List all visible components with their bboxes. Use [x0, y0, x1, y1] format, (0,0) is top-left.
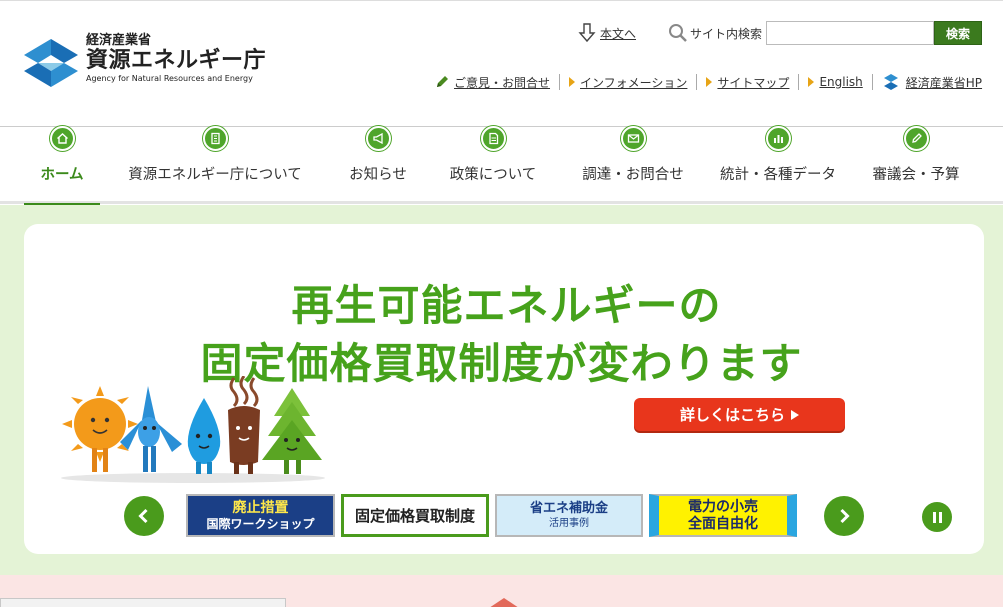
- envelope-icon: [620, 126, 646, 151]
- hero-title-line1: 再生可能エネルギーの: [291, 281, 722, 330]
- carousel-thumb-retail-liberalization[interactable]: 電力の小売 全面自由化: [649, 494, 797, 537]
- skip-to-content-link[interactable]: 本文へ: [578, 23, 636, 43]
- thumb-line2: 活用事例: [549, 518, 589, 529]
- divider: [871, 74, 873, 90]
- agency-logo-icon: [24, 39, 78, 87]
- gnav-label: 資源エネルギー庁について: [128, 167, 302, 183]
- gnav-item-policy[interactable]: 政策について: [440, 126, 546, 203]
- thumb-line1: 固定価格買取制度: [354, 507, 475, 525]
- carousel-next-button[interactable]: [824, 496, 864, 536]
- logo-agency-name: 資源エネルギー庁: [86, 48, 267, 73]
- thumb-line1: 電力の小売: [688, 498, 758, 515]
- gnav-label: お知らせ: [349, 167, 407, 183]
- divider: [696, 74, 698, 90]
- gnav-item-statistics[interactable]: 統計・各種データ: [714, 126, 842, 203]
- carousel-thumb-energy-saving-subsidy[interactable]: 省エネ補助金 活用事例: [495, 494, 643, 537]
- triangle-icon: [569, 77, 576, 87]
- search-icon: [669, 24, 687, 42]
- pen-icon: [437, 76, 448, 87]
- pause-icon: [938, 511, 942, 523]
- pencil-icon: [903, 126, 929, 151]
- browser-status-bar: [0, 598, 286, 607]
- logo-text: 経済産業省 資源エネルギー庁 Agency for Natural Resour…: [86, 33, 266, 84]
- utility-link-english[interactable]: English: [808, 75, 863, 89]
- meti-logo-icon: [883, 74, 898, 90]
- utility-link-label: English: [819, 75, 863, 89]
- divider: [798, 74, 800, 90]
- carousel-thumb-decommissioning-workshop[interactable]: 廃止措置 国際ワークショップ: [186, 494, 335, 537]
- building-icon: [202, 126, 228, 151]
- site-header: 経済産業省 資源エネルギー庁 Agency for Natural Resour…: [0, 0, 1003, 127]
- details-button[interactable]: 詳しくはこちら: [634, 398, 845, 431]
- chevron-right-icon: [840, 508, 850, 524]
- thumb-line1: 省エネ補助金: [529, 501, 608, 516]
- renewable-energy-mascots-illustration: [61, 376, 325, 483]
- chevron-left-icon: [138, 508, 148, 524]
- search-input[interactable]: [766, 21, 935, 45]
- gnav-label: 調達・お問合せ: [582, 167, 684, 183]
- gnav-item-news[interactable]: お知らせ: [340, 126, 416, 203]
- search-button[interactable]: 検索: [934, 21, 983, 45]
- search-label: サイト内検索: [690, 26, 763, 41]
- site-logo[interactable]: 経済産業省 資源エネルギー庁 Agency for Natural Resour…: [24, 33, 266, 93]
- utility-link-information[interactable]: インフォメーション: [569, 74, 687, 91]
- utility-links: ご意見・お問合せ インフォメーション サイトマップ English 経済産業省H…: [434, 73, 982, 91]
- gnav-label: 政策について: [449, 167, 537, 183]
- triangle-icon: [706, 77, 713, 87]
- gnav-item-home[interactable]: ホーム: [24, 126, 100, 206]
- divider: [559, 74, 561, 90]
- play-triangle-icon: [791, 409, 799, 420]
- utility-link-label: サイトマップ: [717, 75, 790, 90]
- logo-agency-english: Agency for Natural Resources and Energy: [86, 74, 253, 83]
- arrow-down-icon: [578, 23, 596, 43]
- gnav-item-council[interactable]: 審議会・予算: [866, 126, 966, 203]
- logo-ministry-name: 経済産業省: [86, 33, 152, 48]
- thumb-line1: 廃止措置: [232, 499, 289, 516]
- thumb-line2: 国際ワークショップ: [206, 516, 315, 531]
- gnav-item-procurement[interactable]: 調達・お問合せ: [576, 126, 690, 203]
- pause-icon: [932, 511, 936, 523]
- thumb-line2: 全面自由化: [688, 515, 758, 532]
- utility-link-label: インフォメーション: [580, 75, 688, 90]
- global-navigation: ホーム 資源エネルギー庁について お知らせ 政策について 調達・お問合せ 統計・…: [0, 126, 1003, 206]
- utility-link-label: ご意見・お問合せ: [454, 75, 551, 90]
- carousel-pause-button[interactable]: [922, 502, 952, 532]
- megaphone-icon: [365, 126, 391, 151]
- details-button-label: 詳しくはこちら: [679, 406, 785, 424]
- utility-link-label: 経済産業省HP: [905, 75, 983, 90]
- utility-link-sitemap[interactable]: サイトマップ: [706, 74, 789, 91]
- gnav-label: 統計・各種データ: [720, 167, 836, 183]
- document-icon: [480, 126, 506, 151]
- section-marker-icon: [486, 598, 522, 607]
- carousel-thumb-feed-in-tariff[interactable]: 固定価格買取制度: [341, 494, 489, 537]
- home-icon: [49, 126, 75, 151]
- skip-link-label: 本文へ: [600, 26, 637, 41]
- gnav-label: 審議会・予算: [872, 167, 960, 183]
- carousel-prev-button[interactable]: [124, 496, 164, 536]
- gnav-item-about[interactable]: 資源エネルギー庁について: [124, 126, 306, 203]
- gnav-label: ホーム: [40, 167, 84, 183]
- utility-link-feedback[interactable]: ご意見・お問合せ: [434, 74, 550, 91]
- triangle-icon: [808, 77, 815, 87]
- bar-chart-icon: [765, 126, 791, 151]
- site-search: サイト内検索 検索: [668, 21, 983, 45]
- utility-link-meti[interactable]: 経済産業省HP: [882, 73, 982, 91]
